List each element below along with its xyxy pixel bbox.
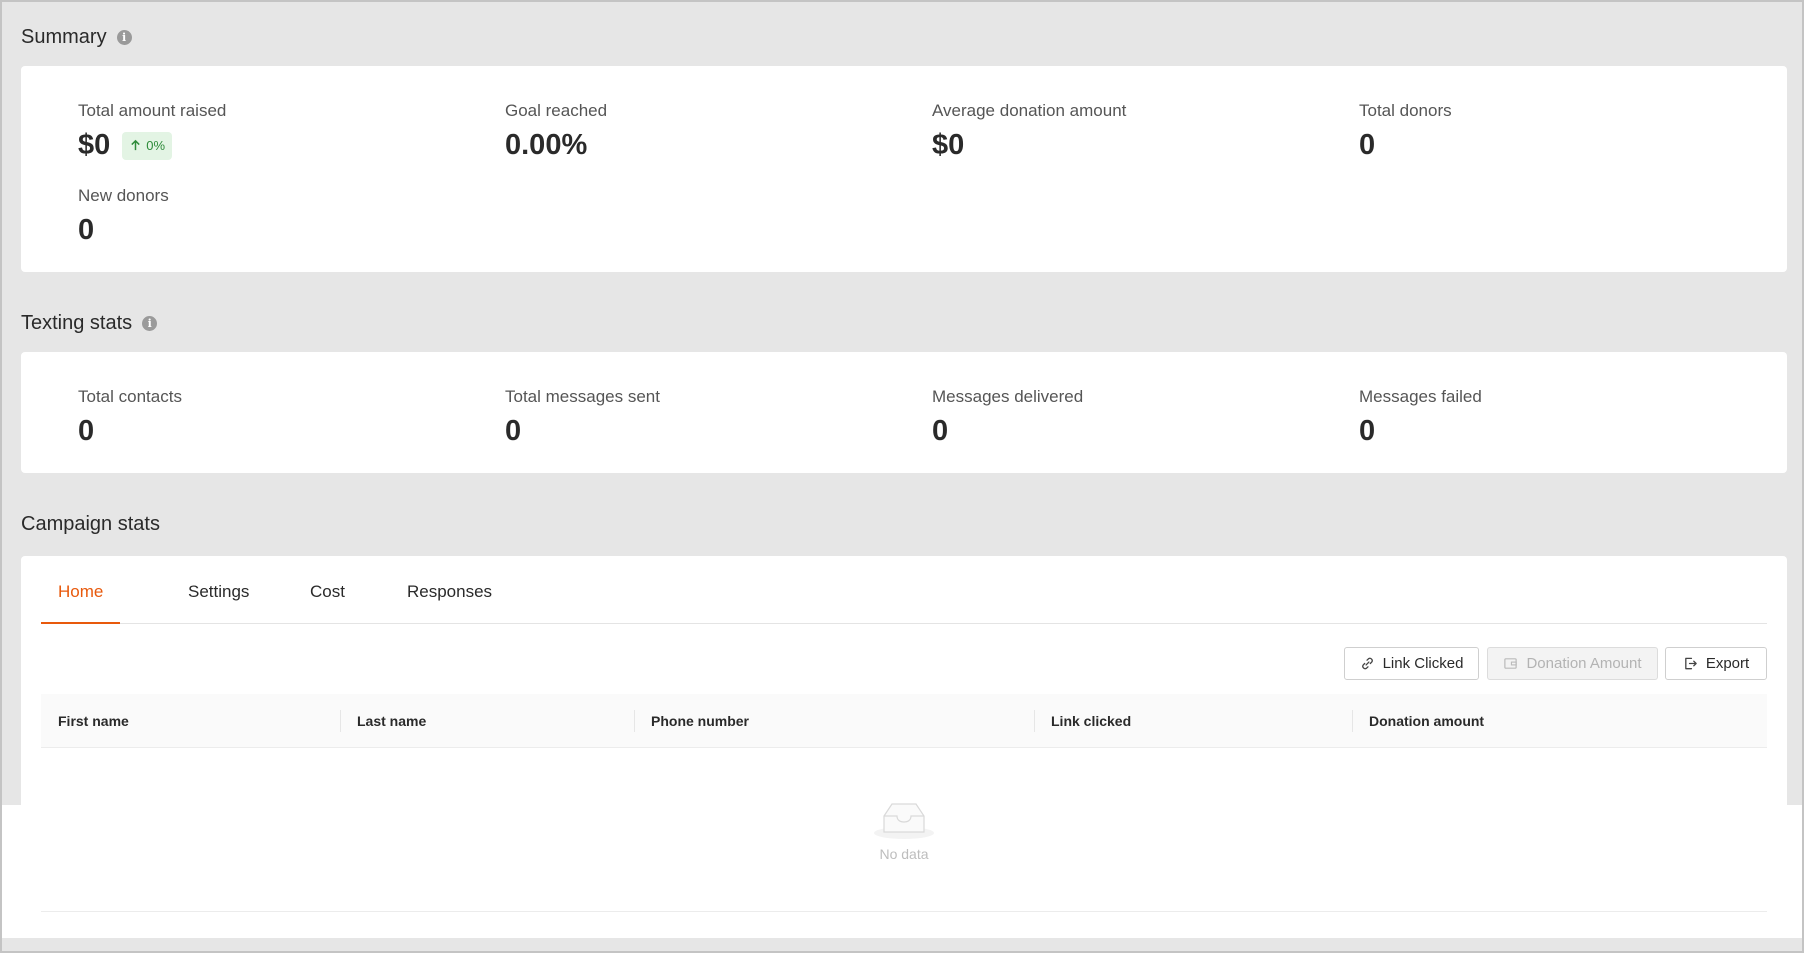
column-divider [340, 710, 341, 732]
column-divider [634, 710, 635, 732]
stat-average-donation: Average donation amount $0 [932, 101, 1126, 162]
export-label: Export [1705, 655, 1750, 672]
texting-title: Texting stats [21, 312, 133, 334]
campaign-title: Campaign stats [21, 513, 160, 535]
campaign-card: Home Settings Cost Responses Link Clicke… [21, 556, 1787, 934]
wallet-icon [1504, 658, 1518, 669]
change-badge-value: 0% [146, 138, 166, 153]
summary-heading: Summary i [21, 26, 132, 49]
summary-card: Total amount raised $0 0% Goal reached 0… [21, 66, 1787, 272]
stat-value: $0 [78, 129, 111, 161]
campaign-heading: Campaign stats [21, 513, 160, 536]
stat-label: Total messages sent [505, 387, 660, 406]
stat-label: Total contacts [78, 387, 182, 406]
link-icon [1361, 657, 1373, 670]
texting-heading: Texting stats i [21, 312, 158, 335]
link-clicked-button[interactable]: Link Clicked [1344, 647, 1479, 680]
stat-label: Total donors [1359, 101, 1452, 120]
column-header-last-name[interactable]: Last name [357, 694, 426, 748]
stat-messages-failed: Messages failed 0 [1359, 387, 1482, 448]
stat-new-donors: New donors 0 [78, 186, 169, 247]
stat-value: 0 [78, 415, 95, 447]
tab-settings[interactable]: Settings [188, 574, 249, 624]
stat-value-row: $0 0% [78, 129, 226, 162]
link-clicked-label: Link Clicked [1382, 655, 1464, 672]
campaign-tabs: Home Settings Cost Responses [41, 574, 1767, 624]
stat-total-amount-raised: Total amount raised $0 0% [78, 101, 226, 162]
column-divider [1034, 710, 1035, 732]
export-icon [1684, 657, 1697, 670]
tab-home[interactable]: Home [41, 574, 121, 624]
stat-value: 0 [932, 415, 949, 447]
column-header-link-clicked[interactable]: Link clicked [1051, 694, 1131, 748]
stat-value: 0 [78, 214, 95, 246]
column-header-phone-number[interactable]: Phone number [651, 694, 749, 748]
stat-label: Messages delivered [932, 387, 1084, 406]
column-divider [1352, 710, 1353, 732]
stat-label: New donors [78, 186, 169, 205]
stat-messages-delivered: Messages delivered 0 [932, 387, 1083, 448]
donation-amount-label: Donation Amount [1526, 655, 1642, 672]
table-header: First name Last name Phone number Link c… [41, 694, 1767, 748]
page-background-bottom [2, 938, 1802, 951]
empty-inbox-icon [874, 802, 934, 839]
change-badge: 0% [122, 131, 173, 160]
stat-label: Messages failed [1359, 387, 1482, 406]
stat-total-donors: Total donors 0 [1359, 101, 1452, 162]
column-header-first-name[interactable]: First name [58, 694, 129, 748]
export-button[interactable]: Export [1665, 647, 1767, 680]
stat-total-contacts: Total contacts 0 [78, 387, 182, 448]
stat-goal-reached: Goal reached 0.00% [505, 101, 607, 162]
empty-state-text: No data [879, 845, 929, 862]
stat-total-messages-sent: Total messages sent 0 [505, 387, 660, 448]
stat-value: 0.00% [505, 129, 588, 161]
summary-title: Summary [21, 26, 107, 48]
stat-label: Goal reached [505, 101, 608, 120]
stat-value: 0 [505, 415, 522, 447]
tab-responses[interactable]: Responses [407, 574, 492, 624]
stat-label: Total amount raised [78, 101, 227, 120]
stat-value: 0 [1359, 415, 1376, 447]
info-icon[interactable]: i [116, 30, 132, 45]
texting-card: Total contacts 0 Total messages sent 0 M… [21, 352, 1787, 473]
stat-label: Average donation amount [932, 101, 1127, 120]
donation-amount-button[interactable]: Donation Amount [1487, 647, 1658, 680]
arrow-up-icon [131, 139, 141, 151]
column-header-donation-amount[interactable]: Donation amount [1369, 694, 1484, 748]
info-icon[interactable]: i [142, 316, 158, 331]
stat-value: $0 [932, 129, 965, 161]
empty-state: No data [41, 748, 1767, 912]
stat-value: 0 [1359, 129, 1376, 161]
tab-cost[interactable]: Cost [310, 574, 345, 624]
